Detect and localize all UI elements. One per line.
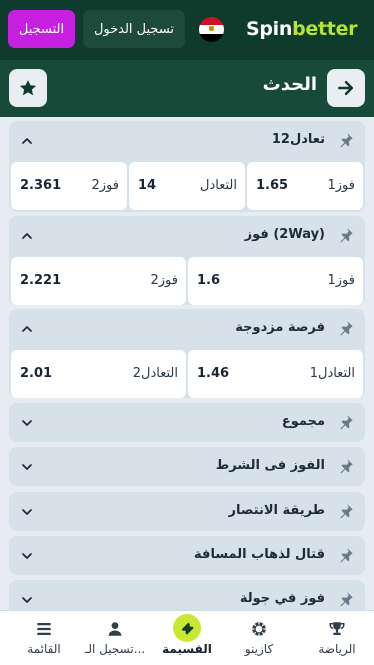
pin-icon[interactable] xyxy=(337,502,355,520)
chevron-up-icon[interactable] xyxy=(19,133,35,149)
odd-label: فوز1 xyxy=(327,178,356,193)
arrow-right-icon xyxy=(338,80,354,96)
register-button[interactable]: التسجيل xyxy=(8,10,75,48)
pin-icon[interactable] xyxy=(337,457,355,475)
market-total[interactable]: مجموع xyxy=(9,403,365,442)
nav-label: القسيمة xyxy=(162,642,212,656)
odd-value: 1.65 xyxy=(256,178,289,193)
market-header[interactable]: 1تعادل2 xyxy=(9,121,365,161)
nav-label: تسجيل الـ... xyxy=(84,642,146,656)
market-double-chance: فرصة مزدوجة 2.01 2التعادل 1.46 1التعادل xyxy=(9,309,365,398)
odd-value: 2.361 xyxy=(20,178,62,193)
nav-label: القائمة xyxy=(27,642,61,656)
odd-label: 1التعادل xyxy=(309,366,355,381)
odds-row: 2.01 2التعادل 1.46 1التعادل xyxy=(11,350,363,398)
odd-label: 2التعادل xyxy=(132,366,178,381)
odd-button-draw2[interactable]: 2.01 2التعادل xyxy=(11,350,186,398)
back-button[interactable] xyxy=(327,69,365,107)
login-button[interactable]: تسجيل الدخول xyxy=(83,10,185,48)
odd-value: 2.01 xyxy=(20,366,53,381)
chevron-up-icon[interactable] xyxy=(19,321,35,337)
pin-icon[interactable] xyxy=(337,131,355,149)
market-title: فوز (2Way) xyxy=(244,227,325,242)
pin-icon[interactable] xyxy=(337,546,355,564)
coupon-badge xyxy=(173,614,201,642)
odd-label: فوز1 xyxy=(327,273,356,288)
market-title: مجموع xyxy=(281,414,325,429)
casino-chip-icon xyxy=(252,622,266,636)
odd-value: 14 xyxy=(138,178,157,193)
market-win-condition[interactable]: الفوز فى الشرط xyxy=(9,447,365,486)
market-fight-distance[interactable]: قتال لذهاب المسافة xyxy=(9,536,365,575)
nav-label: الرياضة xyxy=(318,642,356,656)
market-header[interactable]: فوز (2Way) xyxy=(9,216,365,256)
nav-sports[interactable]: الرياضة xyxy=(300,611,374,665)
nav-casino[interactable]: كازينو xyxy=(222,611,296,665)
market-method-of-victory[interactable]: طريقة الانتصار xyxy=(9,492,365,531)
pin-icon[interactable] xyxy=(337,319,355,337)
favorite-button[interactable] xyxy=(9,69,47,107)
market-title: قتال لذهاب المسافة xyxy=(194,547,325,562)
page-title: الحدث xyxy=(262,74,317,95)
odds-row: 2.221 فوز2 1.6 فوز1 xyxy=(11,257,363,305)
odd-button-win1[interactable]: 1.65 فوز1 xyxy=(247,162,363,210)
nav-label: كازينو xyxy=(244,642,274,656)
user-icon xyxy=(108,622,122,636)
bottom-nav: الرياضة كازينو القسيمة تسجيل الـ... القا… xyxy=(0,610,374,665)
market-title: فوز في جولة xyxy=(239,591,325,606)
event-title-bar: الحدث xyxy=(0,60,374,117)
odds-row: 2.361 فوز2 14 التعادل 1.65 فوز1 xyxy=(11,162,363,210)
ticket-icon xyxy=(181,622,194,635)
market-title: طريقة الانتصار xyxy=(228,503,325,518)
odd-button-win2[interactable]: 2.361 فوز2 xyxy=(11,162,127,210)
top-header: Spin better تسجيل الدخول التسجيل xyxy=(0,0,374,60)
pin-icon[interactable] xyxy=(337,226,355,244)
logo-better-text: better xyxy=(292,18,358,40)
market-2way: فوز (2Way) 2.221 فوز2 1.6 فوز1 xyxy=(9,216,365,305)
chevron-down-icon[interactable] xyxy=(19,504,35,520)
odd-button-win1[interactable]: 1.6 فوز1 xyxy=(188,257,363,305)
nav-menu[interactable]: القائمة xyxy=(7,611,81,665)
nav-register[interactable]: تسجيل الـ... xyxy=(78,611,152,665)
odd-value: 1.6 xyxy=(197,273,221,288)
chevron-down-icon[interactable] xyxy=(19,592,35,608)
star-icon xyxy=(19,80,37,96)
chevron-down-icon[interactable] xyxy=(19,459,35,475)
odd-value: 2.221 xyxy=(20,273,62,288)
market-win-in-round[interactable]: فوز في جولة xyxy=(9,580,365,610)
pin-icon[interactable] xyxy=(337,590,355,608)
odd-label: التعادل xyxy=(200,178,237,193)
chevron-down-icon[interactable] xyxy=(19,548,35,564)
menu-icon xyxy=(37,623,51,635)
market-header[interactable]: فرصة مزدوجة xyxy=(9,309,365,349)
markets-list: 1تعادل2 2.361 فوز2 14 التعادل 1.65 فوز1 … xyxy=(0,117,374,610)
market-title: 1تعادل2 xyxy=(271,132,325,147)
odd-button-draw[interactable]: 14 التعادل xyxy=(129,162,245,210)
trophy-icon xyxy=(329,622,345,635)
pin-icon[interactable] xyxy=(337,413,355,431)
chevron-up-icon[interactable] xyxy=(19,228,35,244)
chevron-down-icon[interactable] xyxy=(19,415,35,431)
nav-betslip[interactable]: القسيمة xyxy=(150,611,224,665)
market-1x2: 1تعادل2 2.361 فوز2 14 التعادل 1.65 فوز1 xyxy=(9,121,365,212)
odd-label: فوز2 xyxy=(150,273,179,288)
market-title: فرصة مزدوجة xyxy=(235,320,325,335)
logo-spin-text: Spin xyxy=(246,18,293,40)
odd-button-win2[interactable]: 2.221 فوز2 xyxy=(11,257,186,305)
odd-label: فوز2 xyxy=(91,178,120,193)
odd-value: 1.46 xyxy=(197,366,230,381)
odd-button-draw1[interactable]: 1.46 1التعادل xyxy=(188,350,363,398)
spinbetter-logo[interactable]: Spin better xyxy=(246,14,358,44)
market-title: الفوز فى الشرط xyxy=(215,458,325,473)
egypt-flag-icon[interactable] xyxy=(199,17,224,42)
